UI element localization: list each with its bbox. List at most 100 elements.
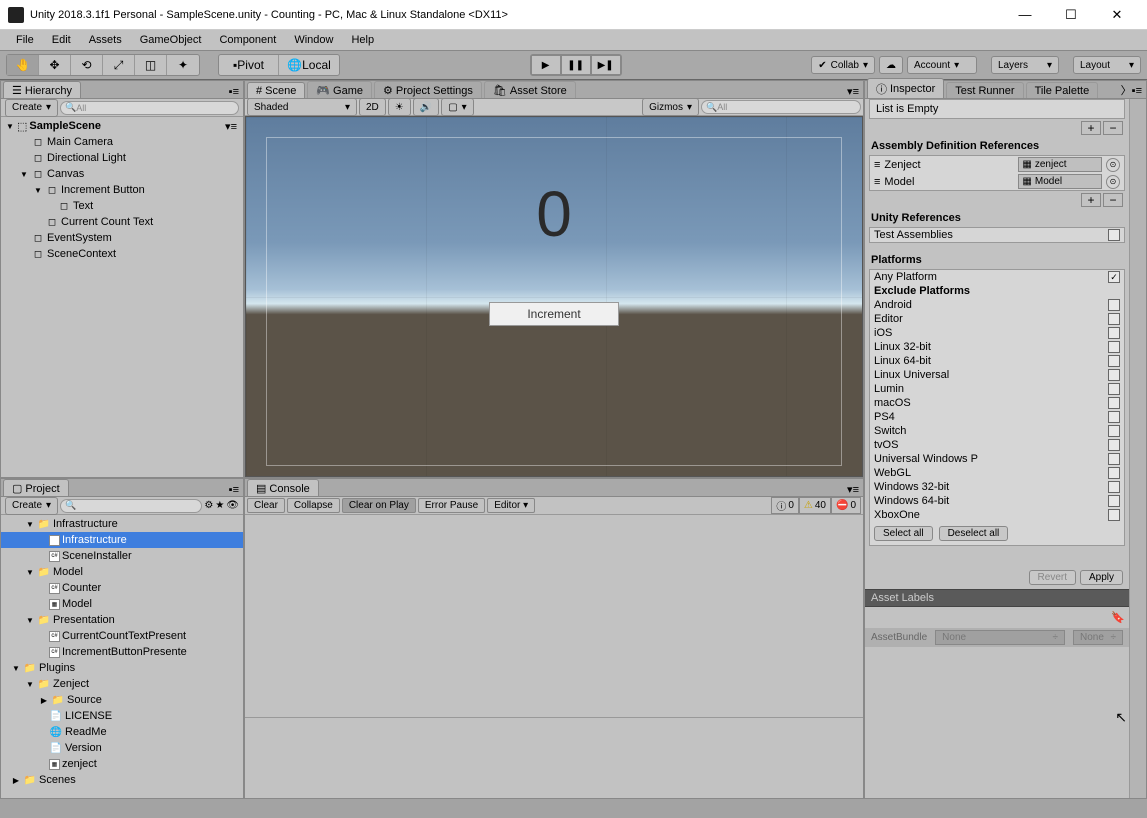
cloud-button[interactable]: ☁ xyxy=(879,56,903,74)
folder-presentation[interactable]: ▼📁Presentation xyxy=(1,612,243,628)
tab-asset-store[interactable]: 🛍 Asset Store xyxy=(484,81,576,98)
select-all-button[interactable]: Select all xyxy=(874,526,933,541)
apply-button[interactable]: Apply xyxy=(1080,570,1123,585)
platform-checkbox[interactable] xyxy=(1108,397,1120,409)
filter-icon[interactable]: ⚙ xyxy=(204,500,213,511)
add-button[interactable]: + xyxy=(1081,193,1101,207)
layers-dropdown[interactable]: Layers ▾ xyxy=(991,56,1059,74)
platform-checkbox[interactable] xyxy=(1108,439,1120,451)
pivot-toggle[interactable]: ▪ Pivot xyxy=(219,55,279,75)
folder-zenject[interactable]: ▼📁Zenject xyxy=(1,676,243,692)
menu-file[interactable]: File xyxy=(8,32,42,48)
bundle-name-dropdown[interactable]: None÷ xyxy=(935,630,1065,645)
local-toggle[interactable]: 🌐 Local xyxy=(279,55,339,75)
tab-game[interactable]: 🎮 Game xyxy=(307,81,372,98)
panel-menu-icon[interactable]: ▪≡ xyxy=(225,86,243,98)
project-create-dropdown[interactable]: Create ▾ xyxy=(5,497,58,515)
ref-target-field[interactable]: ▦Model xyxy=(1018,174,1102,189)
deselect-all-button[interactable]: Deselect all xyxy=(939,526,1009,541)
menu-assets[interactable]: Assets xyxy=(81,32,130,48)
gizmos-dropdown[interactable]: Gizmos ▾ xyxy=(642,98,699,116)
folder-model[interactable]: ▼📁Model xyxy=(1,564,243,580)
tag-icon[interactable]: 🔖 xyxy=(1111,611,1125,624)
asset-zenject[interactable]: ▦zenject xyxy=(1,756,243,772)
rect-tool[interactable]: ◫ xyxy=(135,55,167,75)
scene-row[interactable]: ▼⬚SampleScene▾≡ xyxy=(1,118,243,134)
any-platform-checkbox[interactable] xyxy=(1108,271,1120,283)
menu-help[interactable]: Help xyxy=(343,32,382,48)
scene-viewport[interactable]: 0 Increment xyxy=(245,116,863,477)
asset-currentcount[interactable]: c#CurrentCountTextPresent xyxy=(1,628,243,644)
collapse-button[interactable]: Collapse xyxy=(287,498,340,513)
hand-tool[interactable]: ✋ xyxy=(7,55,39,75)
platform-checkbox[interactable] xyxy=(1108,327,1120,339)
asset-version[interactable]: 📄Version xyxy=(1,740,243,756)
folder-source[interactable]: ▶📁Source xyxy=(1,692,243,708)
drag-handle-icon[interactable]: ≡ xyxy=(874,159,880,171)
hierarchy-create-dropdown[interactable]: Create ▾ xyxy=(5,99,58,117)
move-tool[interactable]: ✥ xyxy=(39,55,71,75)
hierarchy-search[interactable]: 🔍All xyxy=(60,101,239,115)
hierarchy-item-text[interactable]: ◻Text xyxy=(1,198,243,214)
hierarchy-item-camera[interactable]: ◻Main Camera xyxy=(1,134,243,150)
asset-sceneinstaller[interactable]: c#SceneInstaller xyxy=(1,548,243,564)
platform-checkbox[interactable] xyxy=(1108,467,1120,479)
platform-checkbox[interactable] xyxy=(1108,411,1120,423)
maximize-button[interactable]: ☐ xyxy=(1049,1,1093,29)
platform-checkbox[interactable] xyxy=(1108,313,1120,325)
panel-menu-icon[interactable]: ▾≡ xyxy=(843,85,863,98)
hierarchy-item-light[interactable]: ◻Directional Light xyxy=(1,150,243,166)
remove-button[interactable]: − xyxy=(1103,121,1123,135)
bundle-variant-dropdown[interactable]: None÷ xyxy=(1073,630,1123,645)
tab-tile-palette[interactable]: Tile Palette xyxy=(1026,82,1099,98)
transform-tool[interactable]: ✦ xyxy=(167,55,199,75)
remove-button[interactable]: − xyxy=(1103,193,1123,207)
menu-component[interactable]: Component xyxy=(211,32,284,48)
account-dropdown[interactable]: Account ▾ xyxy=(907,56,977,74)
info-count[interactable]: ⓘ0 xyxy=(771,497,799,514)
shading-dropdown[interactable]: Shaded▾ xyxy=(247,98,357,116)
clear-button[interactable]: Clear xyxy=(247,498,285,513)
platform-checkbox[interactable] xyxy=(1108,299,1120,311)
hierarchy-item-eventsystem[interactable]: ◻EventSystem xyxy=(1,230,243,246)
clear-on-play-button[interactable]: Clear on Play xyxy=(342,498,416,513)
menu-window[interactable]: Window xyxy=(286,32,341,48)
editor-dropdown[interactable]: Editor ▾ xyxy=(487,498,535,513)
platform-checkbox[interactable] xyxy=(1108,453,1120,465)
asset-counter[interactable]: c#Counter xyxy=(1,580,243,596)
tab-project[interactable]: ▢ Project xyxy=(3,479,69,496)
revert-button[interactable]: Revert xyxy=(1029,570,1076,585)
audio-toggle[interactable]: 🔊 xyxy=(413,98,439,116)
object-picker-icon[interactable]: ⊙ xyxy=(1106,175,1120,189)
collab-dropdown[interactable]: ✔ Collab ▾ xyxy=(811,56,875,74)
panel-menu-icon[interactable]: ▪≡ xyxy=(225,484,243,496)
step-button[interactable]: ▶❚ xyxy=(591,55,621,75)
tab-scene[interactable]: # Scene xyxy=(247,82,305,98)
tab-inspector[interactable]: ⓘ Inspector xyxy=(867,78,944,98)
scene-search[interactable]: 🔍All xyxy=(701,100,861,114)
fx-toggle[interactable]: ▢▾ xyxy=(441,98,473,116)
platform-checkbox[interactable] xyxy=(1108,425,1120,437)
folder-scenes[interactable]: ▶📁Scenes xyxy=(1,772,243,788)
pause-button[interactable]: ❚❚ xyxy=(561,55,591,75)
hierarchy-item-increment[interactable]: ▼◻Increment Button xyxy=(1,182,243,198)
menu-gameobject[interactable]: GameObject xyxy=(132,32,210,48)
error-count[interactable]: ⛔0 xyxy=(831,497,861,514)
console-log-area[interactable] xyxy=(245,515,863,717)
hierarchy-item-count[interactable]: ◻Current Count Text xyxy=(1,214,243,230)
platform-checkbox[interactable] xyxy=(1108,341,1120,353)
tab-project-settings[interactable]: ⚙ Project Settings xyxy=(374,81,482,98)
panel-menu-icon[interactable]: 〉▪≡ xyxy=(1117,82,1146,98)
platform-checkbox[interactable] xyxy=(1108,509,1120,521)
tab-console[interactable]: ▤ Console xyxy=(247,479,319,496)
platform-checkbox[interactable] xyxy=(1108,481,1120,493)
play-button[interactable]: ▶ xyxy=(531,55,561,75)
2d-toggle[interactable]: 2D xyxy=(359,98,386,116)
asset-readme[interactable]: 🌐ReadMe xyxy=(1,724,243,740)
layout-dropdown[interactable]: Layout ▾ xyxy=(1073,56,1141,74)
hierarchy-item-canvas[interactable]: ▼◻Canvas xyxy=(1,166,243,182)
folder-plugins[interactable]: ▼📁Plugins xyxy=(1,660,243,676)
tab-hierarchy[interactable]: ☰ Hierarchy xyxy=(3,81,81,98)
object-picker-icon[interactable]: ⊙ xyxy=(1106,158,1120,172)
light-toggle[interactable]: ☀ xyxy=(388,98,411,116)
